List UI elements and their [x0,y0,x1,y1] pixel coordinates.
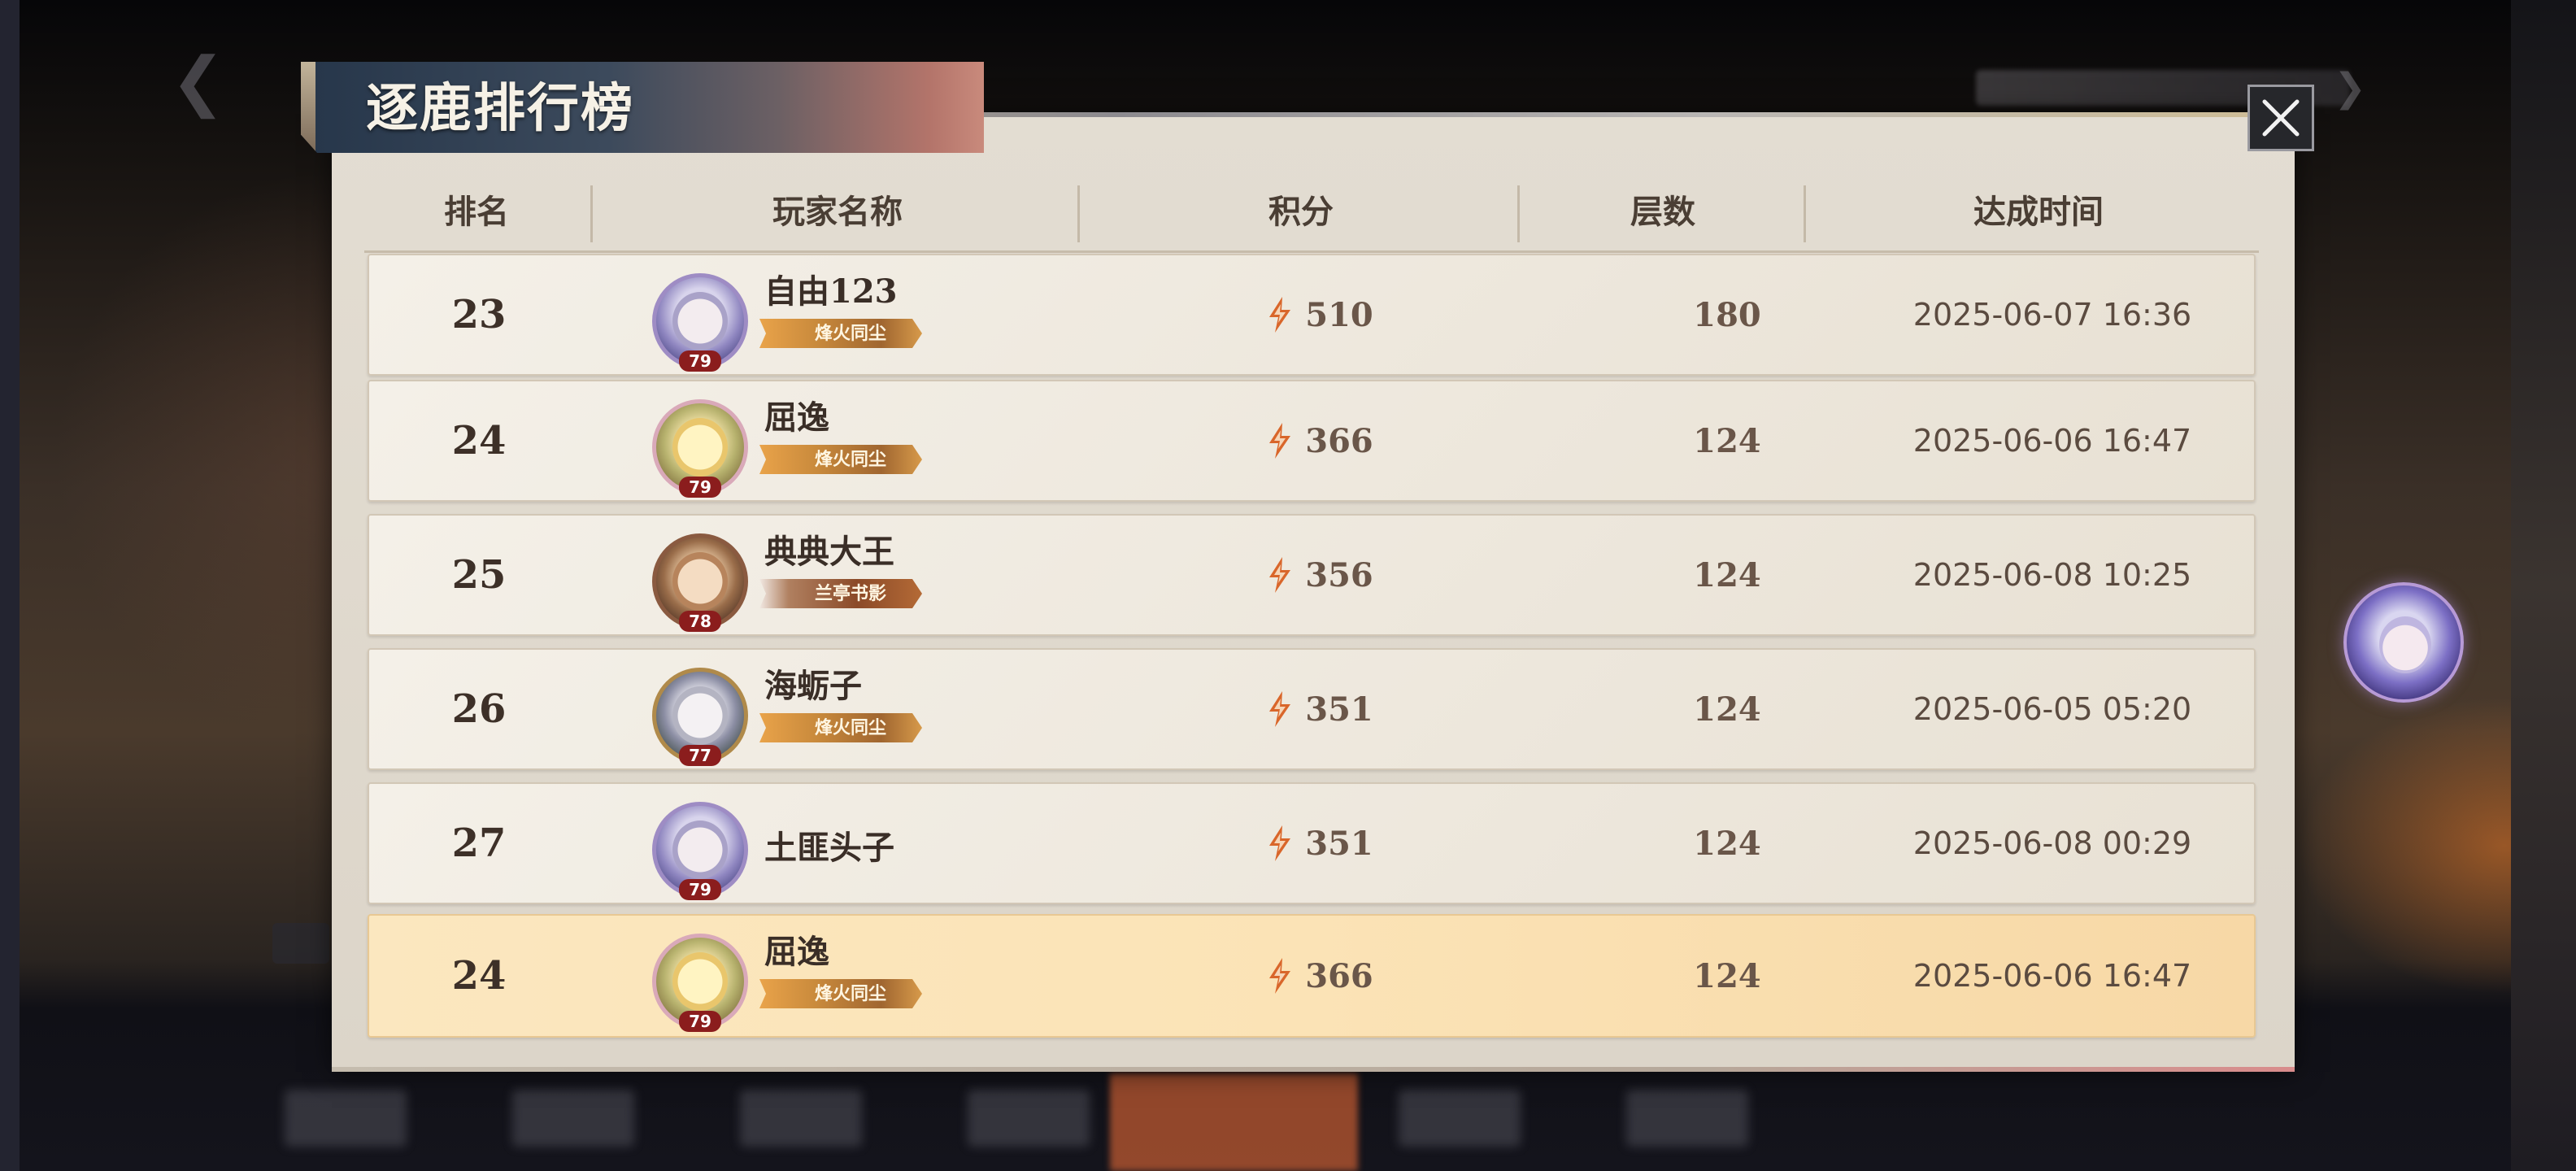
score-value: 366 [1223,916,1418,1036]
score-flame-icon [1269,958,1291,994]
player-avatar[interactable]: 78 [652,533,748,632]
achieved-time: 2025-06-05 05:20 [1912,691,2192,727]
score-flame-icon [1269,557,1291,593]
layers-value: 124 [1693,690,1761,729]
rank-value: 23 [451,292,507,337]
back-arrow-icon: ❮ [171,43,226,119]
close-icon [2262,99,2300,137]
avatar-face [672,821,728,879]
achieved-time: 2025-06-07 16:36 [1912,297,2192,333]
player-name: 海蛎子 [764,667,862,705]
background-nav-item [512,1090,634,1147]
panel-title: 逐鹿排行榜 [366,78,634,139]
player-avatar[interactable]: 79 [652,273,748,372]
score-number: 351 [1305,690,1373,729]
close-button[interactable] [2247,85,2314,151]
header-player-name: 玩家名称 [772,193,903,231]
header-time: 达成时间 [1973,193,2104,231]
layers-value: 124 [1693,956,1761,995]
floating-character-avatar[interactable] [2343,582,2464,703]
achieved-time: 2025-06-06 16:47 [1912,423,2192,459]
score-number: 351 [1305,824,1373,863]
layers-value: 180 [1693,295,1761,334]
score-value: 510 [1223,255,1418,374]
player-avatar[interactable]: 79 [652,802,748,900]
avatar-face [672,418,728,477]
player-name: 典典大王 [764,533,894,571]
header-rank: 排名 [444,193,509,231]
avatar-face [672,292,728,350]
header-divider [1517,185,1520,242]
score-flame-icon [1269,297,1291,333]
header-layers: 层数 [1630,193,1695,231]
rank-value: 24 [451,953,507,999]
score-value: 366 [1223,381,1418,500]
header-underline [364,250,2259,253]
player-name: 土匪头子 [764,829,894,867]
background-nav-item [968,1090,1090,1147]
avatar-face [672,686,728,745]
player-title-badge: 烽火同尘 [759,713,922,742]
rank-value: 24 [451,418,507,464]
player-title-badge: 烽火同尘 [759,319,922,348]
player-level-tag: 77 [679,745,721,766]
background-right-edge [2511,0,2576,1171]
floating-avatar-face [2379,616,2431,673]
score-number: 366 [1305,956,1373,995]
panel-bottom-border [332,1067,2295,1072]
avatar-face [672,552,728,611]
player-title-badge: 烽火同尘 [759,445,922,474]
player-level-tag: 78 [679,611,721,632]
player-title-badge: 兰亭书影 [759,579,922,608]
achieved-time: 2025-06-08 00:29 [1912,825,2192,861]
leaderboard-row[interactable]: 27 79 土匪头子 351 124 2025-06-08 00:29 [368,782,2256,904]
player-level-tag: 79 [679,477,721,498]
avatar-face [672,952,728,1011]
player-name: 屈逸 [764,398,829,437]
score-flame-icon [1269,825,1291,861]
background-nav-item [1399,1090,1521,1147]
player-avatar[interactable]: 79 [652,399,748,498]
player-name: 屈逸 [764,933,829,971]
header-divider [590,185,593,242]
player-level-tag: 79 [679,1011,721,1032]
background-badge [272,923,329,964]
background-nav-item [740,1090,862,1147]
score-flame-icon [1269,423,1291,459]
header-divider [1804,185,1806,242]
score-number: 366 [1305,421,1373,460]
leaderboard-row[interactable]: 25 78 典典大王兰亭书影 356 124 2025-06-08 10:25 [368,514,2256,636]
self-rank-row[interactable]: 24 79 屈逸烽火同尘 366 124 2025-06-06 16:47 [368,914,2256,1038]
score-flame-icon [1269,691,1291,727]
achieved-time: 2025-06-06 16:47 [1912,958,2192,994]
leaderboard-row[interactable]: 24 79 屈逸烽火同尘 366 124 2025-06-06 16:47 [368,380,2256,502]
header-score: 积分 [1268,193,1334,231]
layers-value: 124 [1693,824,1761,863]
background-nav-item [1626,1090,1748,1147]
leaderboard-row[interactable]: 26 77 海蛎子烽火同尘 351 124 2025-06-05 05:20 [368,648,2256,770]
background-bottom-nav [285,1057,1748,1171]
rank-value: 25 [451,552,507,598]
score-value: 356 [1223,516,1418,634]
rank-value: 26 [451,686,507,732]
layers-value: 124 [1693,421,1761,460]
chevron-right-icon: ❯ [2334,65,2367,111]
player-name: 自由123 [764,272,898,311]
score-number: 356 [1305,555,1373,594]
rank-value: 27 [451,821,507,866]
leaderboard-row[interactable]: 23 79 自由123 烽火同尘 510 180 2025-06-07 16:36 [368,254,2256,376]
player-title-badge: 烽火同尘 [759,979,922,1008]
header-divider [1077,185,1080,242]
player-level-tag: 79 [679,350,721,372]
score-value: 351 [1223,650,1418,768]
achieved-time: 2025-06-08 10:25 [1912,557,2192,593]
score-value: 351 [1223,784,1418,903]
background-left-edge [0,0,20,1171]
player-avatar[interactable]: 79 [652,934,748,1032]
layers-value: 124 [1693,555,1761,594]
background-nav-item [285,1090,407,1147]
score-number: 510 [1305,295,1373,334]
player-level-tag: 79 [679,879,721,900]
player-avatar[interactable]: 77 [652,668,748,766]
